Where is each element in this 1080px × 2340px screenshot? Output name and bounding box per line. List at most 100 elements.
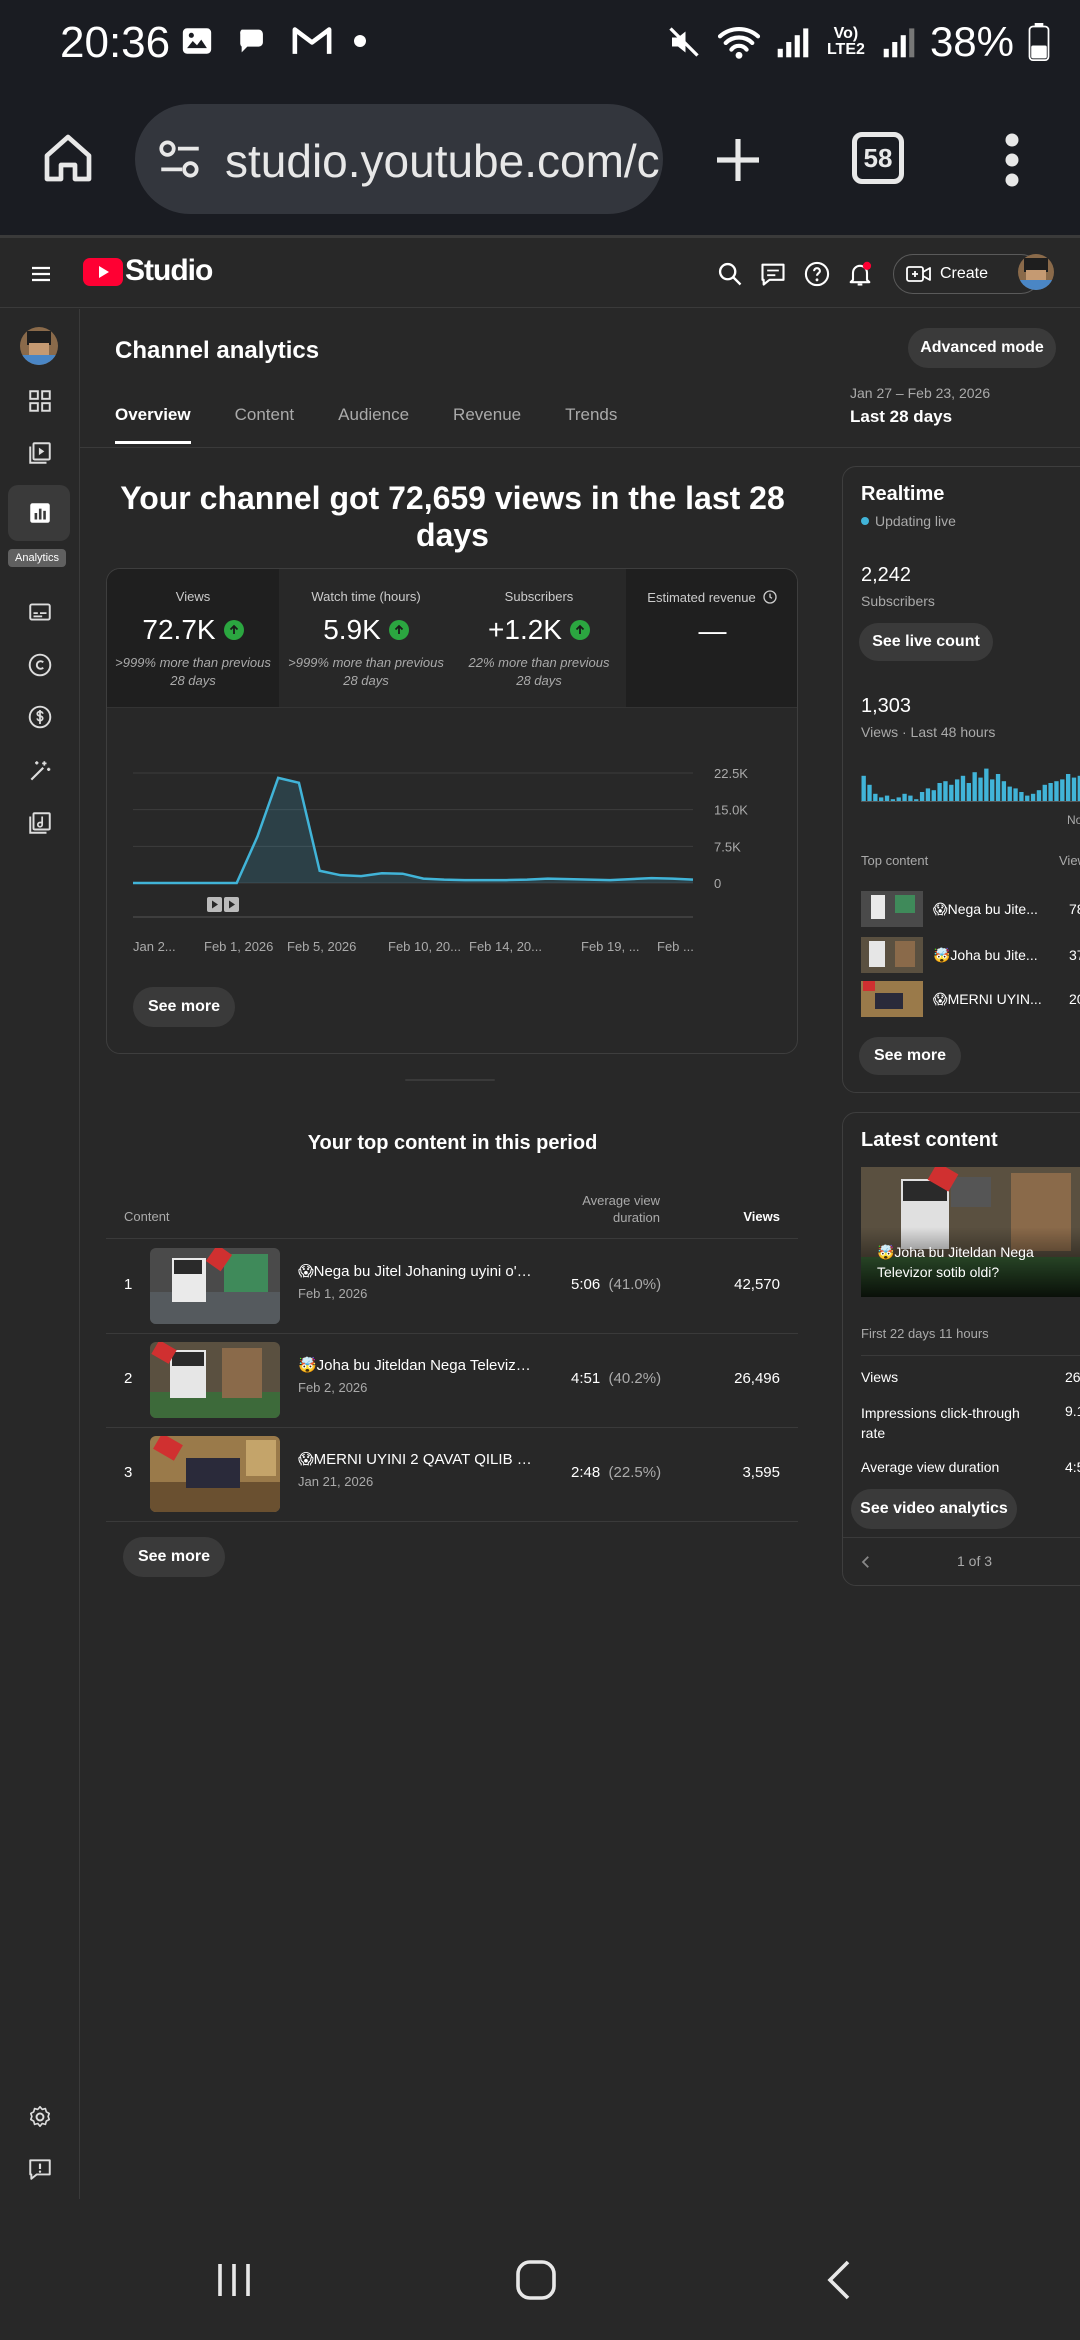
tab-overview[interactable]: Overview xyxy=(115,405,191,444)
realtime-top-content-label: Top content xyxy=(861,853,929,868)
metric-revenue[interactable]: Estimated revenue — xyxy=(626,569,797,707)
tab-revenue[interactable]: Revenue xyxy=(453,405,521,444)
notifications-icon[interactable] xyxy=(846,260,874,288)
tab-audience[interactable]: Audience xyxy=(338,405,409,444)
back-button-icon[interactable] xyxy=(816,2256,864,2304)
youtube-logo[interactable] xyxy=(83,258,123,286)
table-row[interactable]: 2 🤯Joha bu Jiteldan Nega Televizor ... F… xyxy=(106,1334,798,1428)
rail-customization[interactable] xyxy=(20,751,60,791)
realtime-bar xyxy=(978,777,983,801)
dot-icon xyxy=(354,35,366,47)
avg-view-percent: (41.0%) xyxy=(608,1276,662,1293)
realtime-see-more-button[interactable]: See more xyxy=(859,1037,961,1075)
comments-icon[interactable] xyxy=(759,260,787,288)
latest-stat-label: Average view duration xyxy=(861,1459,1000,1475)
rail-content[interactable] xyxy=(20,433,60,473)
realtime-bar xyxy=(925,788,931,801)
metrics-see-more-button[interactable]: See more xyxy=(133,987,235,1027)
signal-icon xyxy=(777,28,809,58)
chevron-left-icon[interactable] xyxy=(857,1553,875,1571)
realtime-bar-chart[interactable] xyxy=(861,765,1080,801)
video-title[interactable]: 😱Nega bu Jitel Johaning uyini o'zl... xyxy=(298,1262,538,1280)
gallery-icon xyxy=(182,28,212,54)
video-date: Feb 1, 2026 xyxy=(298,1286,368,1301)
metric-title: Estimated revenue xyxy=(647,589,756,605)
date-range-picker[interactable]: Jan 27 – Feb 23, 2026 Last 28 days xyxy=(850,385,990,427)
create-label: Create xyxy=(940,265,989,282)
realtime-bar xyxy=(931,790,936,801)
table-row[interactable]: 3 😱MERNI UYINI 2 QAVAT QILIB BER... Jan … xyxy=(106,1428,798,1522)
realtime-bars-baseline xyxy=(861,801,1080,802)
video-add-icon xyxy=(906,266,931,282)
arrow-up-icon xyxy=(388,620,409,640)
metric-views[interactable]: Views 72.7K >999% more than previous 28 … xyxy=(107,569,279,707)
rail-copyright[interactable] xyxy=(20,645,60,685)
latest-video-thumbnail[interactable]: 🤯Joha bu Jiteldan Nega Televizor sotib o… xyxy=(861,1167,1080,1297)
metric-comparison: >999% more than previous 28 days xyxy=(115,655,271,688)
network-label: Vo) LTE2 xyxy=(826,25,865,58)
realtime-status-text: Updating live xyxy=(875,513,956,529)
chart-x-tick-label: Feb 10, 20... xyxy=(388,939,461,954)
realtime-title: Realtime xyxy=(861,483,945,505)
video-views: 26,496 xyxy=(734,1370,780,1387)
advanced-mode-button[interactable]: Advanced mode xyxy=(908,328,1056,368)
top-content-see-more-button[interactable]: See more xyxy=(123,1537,225,1577)
table-row[interactable]: 1 😱Nega bu Jitel Johaning uyini o'zl... … xyxy=(106,1240,798,1334)
site-settings-icon[interactable] xyxy=(155,134,205,184)
col-header-views[interactable]: Views xyxy=(700,1209,780,1224)
tab-content[interactable]: Content xyxy=(235,405,295,444)
realtime-bar xyxy=(954,779,960,801)
rail-settings[interactable] xyxy=(20,2097,60,2137)
realtime-bar xyxy=(902,793,907,801)
rail-feedback[interactable] xyxy=(20,2149,60,2189)
more-menu-icon[interactable] xyxy=(994,130,1030,190)
metric-watch-time[interactable]: Watch time (hours) 5.9K >999% more than … xyxy=(280,569,452,707)
realtime-item-views: 78 xyxy=(1069,901,1080,917)
gmail-icon xyxy=(292,27,332,54)
video-thumbnail[interactable] xyxy=(150,1436,280,1512)
rail-audio-library[interactable] xyxy=(20,803,60,843)
home-button-icon[interactable] xyxy=(512,2256,560,2304)
channel-avatar[interactable] xyxy=(20,327,58,365)
chart-area-fill xyxy=(133,777,693,883)
realtime-item[interactable]: 😱Nega bu Jite... 78 xyxy=(861,891,1080,929)
new-tab-icon[interactable] xyxy=(710,132,766,188)
studio-logo-text[interactable]: Studio xyxy=(125,254,213,288)
address-bar[interactable]: studio.youtube.com/c xyxy=(135,104,663,214)
metric-title: Watch time (hours) xyxy=(311,589,421,604)
tab-trends[interactable]: Trends xyxy=(565,405,617,444)
rail-dashboard[interactable] xyxy=(20,381,60,421)
views-chart[interactable]: 22.5K 15.0K 7.5K 0 Jan 2... Feb 1, 2026 Feb 5,… xyxy=(107,749,798,959)
realtime-item-views: 20 xyxy=(1069,991,1080,1007)
realtime-subscribers-value: 2,242 xyxy=(861,564,912,586)
realtime-item[interactable]: 🤯Joha bu Jite... 37 xyxy=(861,937,1080,975)
metric-subscribers[interactable]: Subscribers +1.2K 22% more than previous… xyxy=(453,569,625,707)
subtitles-icon xyxy=(29,603,51,621)
rail-subtitles[interactable] xyxy=(20,592,60,632)
video-thumbnail[interactable] xyxy=(150,1342,280,1418)
chart-series-line[interactable] xyxy=(133,776,694,885)
realtime-bar xyxy=(919,792,925,801)
rail-analytics[interactable] xyxy=(20,493,60,533)
video-thumbnail[interactable] xyxy=(150,1248,280,1324)
realtime-bar xyxy=(1065,774,1071,801)
realtime-item[interactable]: 😱MERNI UYIN... 20 xyxy=(861,981,1080,1019)
see-video-analytics-button[interactable]: See video analytics xyxy=(851,1489,1017,1529)
account-avatar[interactable] xyxy=(1018,254,1054,290)
realtime-bar xyxy=(937,783,942,801)
help-icon[interactable] xyxy=(803,260,831,288)
analytics-tooltip: Analytics xyxy=(8,549,67,567)
video-date: Jan 21, 2026 xyxy=(298,1474,374,1489)
col-header-content: Content xyxy=(124,1209,170,1224)
video-title[interactable]: 🤯Joha bu Jiteldan Nega Televizor ... xyxy=(298,1356,538,1374)
search-icon[interactable] xyxy=(716,260,744,288)
realtime-item-views: 37 xyxy=(1069,947,1080,963)
video-title[interactable]: 😱MERNI UYINI 2 QAVAT QILIB BER... xyxy=(298,1450,538,1468)
rail-earn[interactable] xyxy=(20,697,60,737)
see-live-count-button[interactable]: See live count xyxy=(859,623,993,661)
signal-2-icon xyxy=(883,28,915,58)
home-icon[interactable] xyxy=(40,130,96,186)
tab-switcher-button[interactable]: 58 xyxy=(852,132,904,184)
recent-apps-icon[interactable] xyxy=(210,2256,258,2304)
hamburger-menu-icon[interactable] xyxy=(28,262,54,286)
